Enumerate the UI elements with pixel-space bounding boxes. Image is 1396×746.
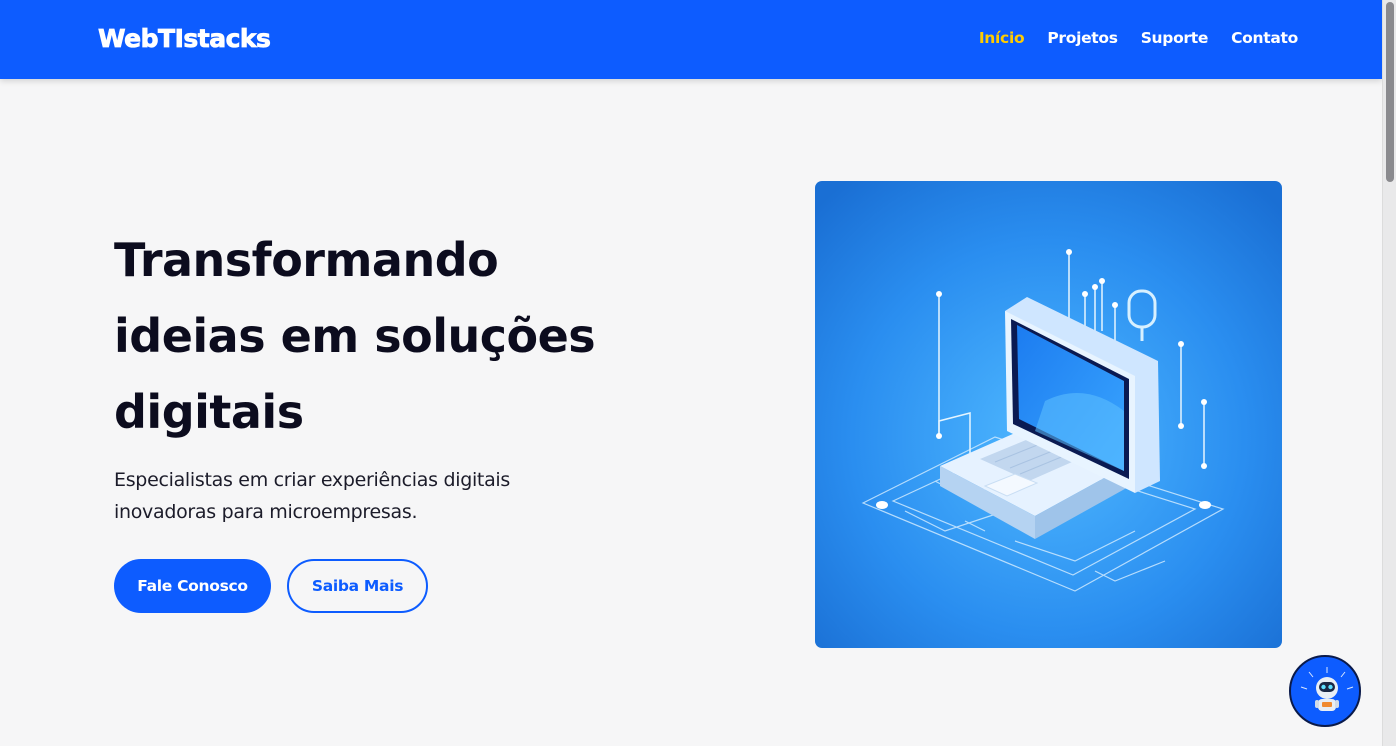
- site-logo[interactable]: WebTIstacks: [98, 24, 272, 54]
- laptop-circuit-icon: [815, 181, 1282, 648]
- chat-bot-button[interactable]: [1289, 655, 1361, 727]
- nav-item-contato[interactable]: Contato: [1231, 29, 1298, 47]
- hero-subtitle: Especialistas em criar experiências digi…: [114, 469, 511, 523]
- site-header: WebTIstacks Início Projetos Suporte Cont…: [0, 0, 1382, 79]
- learn-more-button[interactable]: Saiba Mais: [287, 559, 428, 613]
- nav-item-suporte[interactable]: Suporte: [1141, 29, 1209, 47]
- nav-item-inicio[interactable]: Início: [979, 29, 1025, 47]
- scrollbar-thumb[interactable]: [1386, 2, 1394, 182]
- hero-illustration: [815, 181, 1282, 648]
- nav-item-projetos[interactable]: Projetos: [1047, 29, 1118, 47]
- page-scrollbar[interactable]: [1382, 0, 1396, 746]
- hero-title: Transformando ideias em soluções digitai…: [114, 233, 596, 439]
- robot-icon: [1300, 667, 1354, 711]
- main-nav: Início Projetos Suporte Contato: [979, 29, 1298, 47]
- contact-us-button[interactable]: Fale Conosco: [114, 559, 271, 613]
